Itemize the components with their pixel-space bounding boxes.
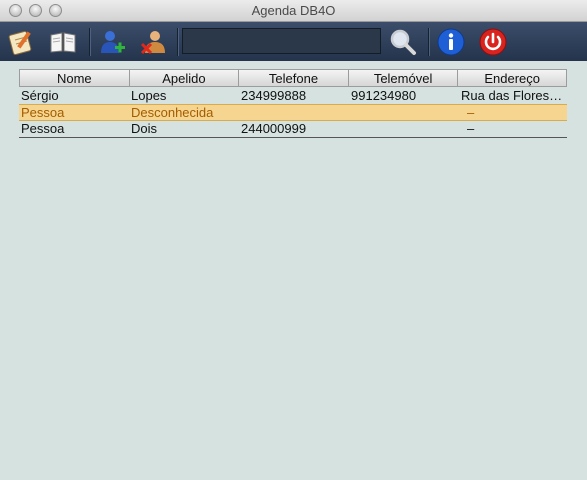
table-row[interactable]: Pessoa Dois 244000999 – [19, 121, 567, 138]
cell-telemovel [349, 105, 459, 120]
cell-apelido: Lopes [131, 88, 167, 103]
column-header-endereco[interactable]: Endereço [458, 70, 566, 87]
toolbar [0, 22, 587, 61]
toolbar-separator [428, 28, 430, 56]
cell-endereco: Rua das Flores… [461, 88, 563, 103]
address-book-icon[interactable] [46, 25, 80, 59]
app-window: Agenda DB4O Nome Apelido Telefone Telemó… [0, 0, 587, 480]
cell-telemovel [349, 121, 459, 137]
cell-telemovel: 991234980 [351, 88, 417, 103]
cell-nome: Pessoa [21, 121, 65, 136]
title-bar: Agenda DB4O [0, 0, 587, 22]
cell-telefone: 244000999 [241, 121, 307, 136]
cell-telefone: 234999888 [241, 88, 307, 103]
column-header-telemovel[interactable]: Telemóvel [349, 70, 459, 87]
cell-nome: Sérgio [21, 88, 59, 103]
column-header-nome[interactable]: Nome [20, 70, 130, 87]
cell-endereco: – [467, 105, 475, 120]
column-header-apelido[interactable]: Apelido [130, 70, 240, 87]
search-icon[interactable] [386, 25, 420, 59]
cell-telefone [239, 105, 349, 120]
toolbar-separator [177, 28, 179, 56]
table-row[interactable]: Sérgio Lopes 234999888 991234980 Rua das… [19, 87, 567, 104]
search-input[interactable] [182, 28, 381, 54]
table-header: Nome Apelido Telefone Telemóvel Endereço [19, 69, 567, 87]
info-icon[interactable] [434, 25, 468, 59]
contacts-table: Nome Apelido Telefone Telemóvel Endereço… [19, 69, 567, 138]
cell-nome: Pessoa [21, 105, 65, 120]
add-contact-icon[interactable] [95, 25, 129, 59]
cell-apelido: Desconhecida [131, 105, 214, 120]
column-header-telefone[interactable]: Telefone [239, 70, 349, 87]
notes-icon[interactable] [4, 25, 38, 59]
cell-apelido: Dois [131, 121, 158, 136]
cell-endereco: – [467, 121, 475, 136]
table-row-selected[interactable]: Pessoa Desconhecida – [19, 104, 567, 121]
power-icon[interactable] [476, 25, 510, 59]
toolbar-separator [89, 28, 91, 56]
window-title: Agenda DB4O [251, 3, 336, 18]
delete-contact-icon[interactable] [137, 25, 171, 59]
